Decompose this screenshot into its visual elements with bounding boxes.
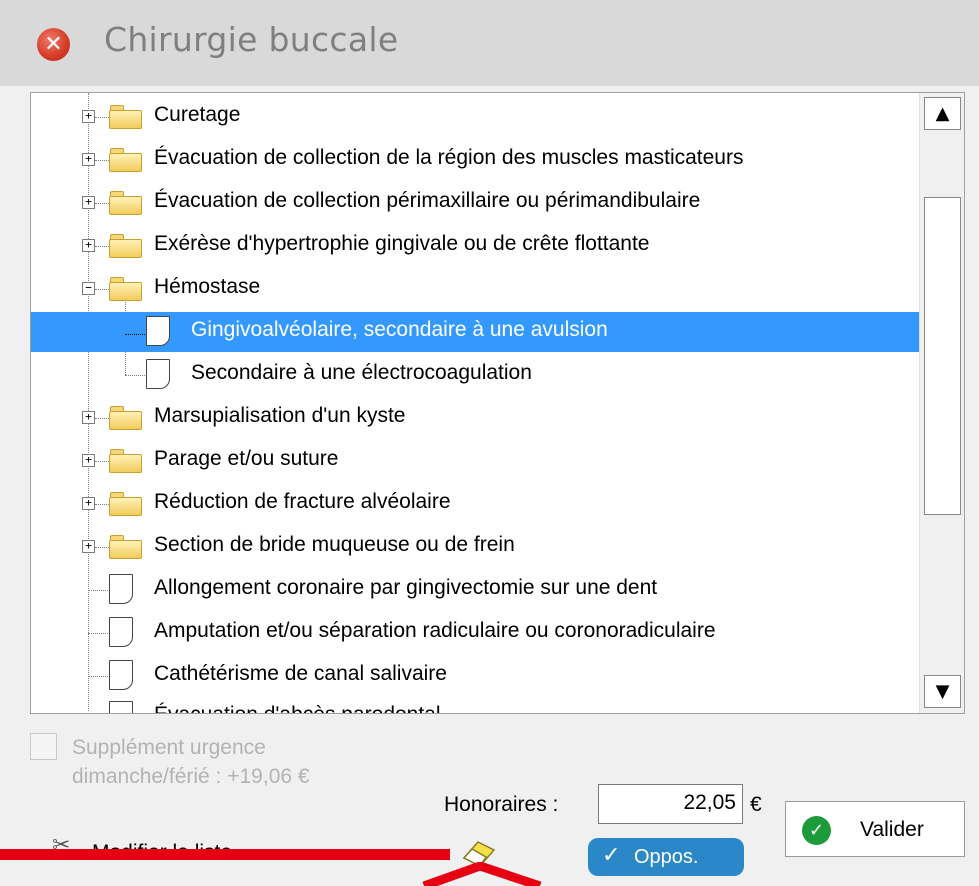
- folder-icon: [109, 105, 143, 129]
- folder-icon: [109, 492, 143, 516]
- close-icon[interactable]: ✕: [37, 28, 70, 61]
- document-icon: [109, 701, 133, 713]
- tree-item-folder[interactable]: + Évacuation de collection de la région …: [31, 140, 920, 180]
- expand-icon[interactable]: +: [82, 239, 95, 252]
- scroll-up-icon[interactable]: ▲: [924, 97, 961, 130]
- valider-button[interactable]: ✓ Valider: [785, 801, 965, 857]
- tree-item-document[interactable]: Évacuation d'abcès parodontal: [31, 697, 920, 713]
- tree-item-label: Gingivoalvéolaire, secondaire à une avul…: [191, 318, 608, 341]
- tree-item-label: Parage et/ou suture: [154, 447, 339, 470]
- tree-item-label: Réduction de fracture alvéolaire: [154, 490, 451, 513]
- folder-open-icon: [109, 277, 143, 301]
- annotation-line: [0, 849, 450, 860]
- oppos-label: Oppos.: [634, 846, 699, 868]
- tree-connector: [88, 676, 108, 677]
- tree-item-document[interactable]: Amputation et/ou séparation radiculaire …: [31, 613, 920, 653]
- tree-item-folder[interactable]: + Marsupialisation d'un kyste: [31, 398, 920, 438]
- tree-connector: [95, 547, 109, 548]
- tree-item-label: Secondaire à une électrocoagulation: [191, 361, 532, 384]
- tree-item-label: Évacuation d'abcès parodontal: [154, 703, 441, 713]
- tree-item-document[interactable]: Cathétérisme de canal salivaire: [31, 656, 920, 696]
- tree-connector: [95, 203, 109, 204]
- annotation-arrow: [422, 862, 542, 886]
- oppos-button[interactable]: ✓ Oppos.: [588, 838, 744, 876]
- tree-connector: [95, 160, 109, 161]
- document-icon: [146, 359, 170, 389]
- tree-item-folder[interactable]: + Évacuation de collection périmaxillair…: [31, 183, 920, 223]
- tree-item-folder[interactable]: + Exérèse d'hypertrophie gingivale ou de…: [31, 226, 920, 266]
- tree-item-selected[interactable]: Gingivoalvéolaire, secondaire à une avul…: [31, 312, 920, 352]
- dialog-window: ✕ Chirurgie buccale + Curetage + Évacuat…: [0, 0, 979, 886]
- expand-icon[interactable]: +: [82, 454, 95, 467]
- tree-item-folder[interactable]: + Curetage: [31, 97, 920, 137]
- tree-item-label: Marsupialisation d'un kyste: [154, 404, 406, 427]
- scroll-down-icon[interactable]: ▼: [924, 675, 961, 708]
- valider-label: Valider: [860, 818, 924, 841]
- folder-icon: [109, 234, 143, 258]
- document-icon: [109, 574, 133, 604]
- tree-item-label: Section de bride muqueuse ou de frein: [154, 533, 515, 556]
- tree-connector: [88, 590, 108, 591]
- tree-connector: [95, 117, 109, 118]
- title-bar: ✕ Chirurgie buccale: [0, 0, 979, 86]
- expand-icon[interactable]: +: [82, 540, 95, 553]
- tree-item-folder-expanded[interactable]: − Hémostase: [31, 269, 920, 309]
- expand-icon[interactable]: +: [82, 153, 95, 166]
- tree-connector: [95, 418, 109, 419]
- expand-icon[interactable]: +: [82, 110, 95, 123]
- tree-connector: [88, 633, 108, 634]
- collapse-icon[interactable]: −: [82, 282, 95, 295]
- tree-connector: [95, 461, 109, 462]
- tree-item-label: Cathétérisme de canal salivaire: [154, 662, 447, 685]
- acts-tree[interactable]: + Curetage + Évacuation de collection de…: [30, 92, 965, 714]
- expand-icon[interactable]: +: [82, 497, 95, 510]
- honoraires-input[interactable]: 22,05: [598, 784, 743, 824]
- tree-connector: [125, 334, 145, 335]
- tree-connector: [125, 375, 145, 376]
- tree-item-folder[interactable]: + Parage et/ou suture: [31, 441, 920, 481]
- currency-label: €: [750, 793, 762, 816]
- expand-icon[interactable]: +: [82, 196, 95, 209]
- document-icon: [109, 617, 133, 647]
- tree-item-label: Exérèse d'hypertrophie gingivale ou de c…: [154, 232, 650, 255]
- urgence-checkbox[interactable]: [30, 733, 57, 760]
- check-icon: ✓: [602, 843, 621, 868]
- expand-icon[interactable]: +: [82, 411, 95, 424]
- folder-icon: [109, 191, 143, 215]
- vertical-scrollbar[interactable]: ▲ ▼: [919, 93, 964, 713]
- tree-connector: [95, 246, 109, 247]
- urgence-label: Supplément urgence dimanche/férié : +19,…: [72, 736, 310, 788]
- tree-item-folder[interactable]: + Section de bride muqueuse ou de frein: [31, 527, 920, 567]
- tree-connector: [95, 289, 109, 290]
- window-title: Chirurgie buccale: [104, 20, 399, 59]
- tree-item-label: Allongement coronaire par gingivectomie …: [154, 576, 658, 599]
- folder-icon: [109, 406, 143, 430]
- tree-item-label: Évacuation de collection périmaxillaire …: [154, 189, 701, 212]
- tree-item-label: Curetage: [154, 103, 241, 126]
- document-icon: [109, 660, 133, 690]
- folder-icon: [109, 449, 143, 473]
- tree-connector: [95, 504, 109, 505]
- check-circle-icon: ✓: [802, 816, 831, 845]
- tree-item-label: Hémostase: [154, 275, 261, 298]
- tree-item-document[interactable]: Secondaire à une électrocoagulation: [31, 355, 920, 395]
- honoraires-label: Honoraires :: [444, 793, 559, 816]
- scrollbar-thumb[interactable]: [924, 197, 961, 515]
- tree-item-label: Évacuation de collection de la région de…: [154, 146, 744, 169]
- tree-item-document[interactable]: Allongement coronaire par gingivectomie …: [31, 570, 920, 610]
- tree-item-label: Amputation et/ou séparation radiculaire …: [154, 619, 716, 642]
- folder-icon: [109, 535, 143, 559]
- tree-item-folder[interactable]: + Réduction de fracture alvéolaire: [31, 484, 920, 524]
- document-icon: [146, 316, 170, 346]
- folder-icon: [109, 148, 143, 172]
